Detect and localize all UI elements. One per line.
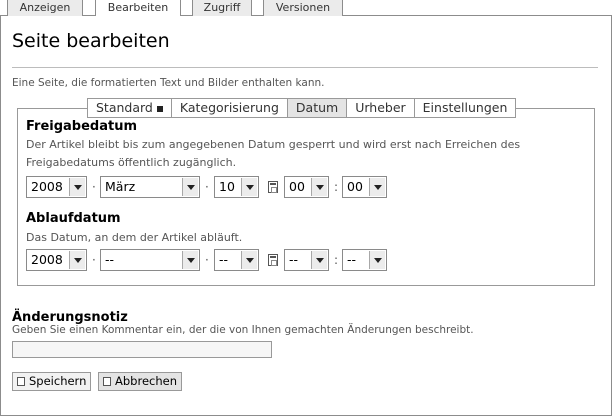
tab-kategorisierung[interactable]: Kategorisierung xyxy=(170,98,287,118)
tab-label: Versionen xyxy=(275,1,331,14)
change-note-input[interactable] xyxy=(12,341,272,358)
select-value: März xyxy=(105,179,136,194)
save-button-label: Speichern xyxy=(29,374,87,388)
calendar-icon[interactable] xyxy=(268,254,278,266)
chevron-down-icon xyxy=(69,178,85,196)
tab-label: Standard xyxy=(96,100,153,115)
chevron-down-icon xyxy=(241,251,257,269)
top-tab-bar: Anzeigen Bearbeiten Zugriff Versionen xyxy=(0,0,612,16)
chevron-down-icon xyxy=(241,178,257,196)
tab-label: Einstellungen xyxy=(422,100,508,115)
expiration-date-help: Das Datum, an dem der Artikel abläuft. xyxy=(26,231,243,244)
page-title: Seite bearbeiten xyxy=(12,30,170,52)
effective-minute-select[interactable]: 00 xyxy=(342,176,387,198)
chevron-down-icon xyxy=(369,251,385,269)
tab-zugriff[interactable]: Zugriff xyxy=(192,0,252,16)
select-value: -- xyxy=(289,252,299,267)
select-value: -- xyxy=(219,252,229,267)
tab-datum[interactable]: Datum xyxy=(286,98,347,118)
tab-urheber[interactable]: Urheber xyxy=(346,98,414,118)
effective-date-heading: Freigabedatum xyxy=(26,119,138,134)
effective-date-help-line1: Der Artikel bleibt bis zum angegebenen D… xyxy=(26,138,521,151)
tab-label: Anzeigen xyxy=(19,1,71,14)
date-separator: · xyxy=(92,180,96,194)
tab-label: Datum xyxy=(295,100,339,115)
tab-label: Zugriff xyxy=(203,1,241,14)
select-value: 00 xyxy=(289,179,305,194)
time-separator: : xyxy=(334,253,339,267)
cancel-button[interactable]: Abbrechen xyxy=(98,372,182,391)
select-value: 2008 xyxy=(31,252,63,267)
calendar-icon[interactable] xyxy=(268,181,278,193)
title-divider xyxy=(12,67,598,68)
expiration-month-select[interactable]: -- xyxy=(100,249,200,271)
save-button[interactable]: Speichern xyxy=(12,372,92,391)
cancel-button-label: Abbrechen xyxy=(115,374,177,388)
expiration-day-select[interactable]: -- xyxy=(214,249,259,271)
page-description: Eine Seite, die formatierten Text und Bi… xyxy=(12,77,325,89)
tab-standard[interactable]: Standard xyxy=(87,98,171,118)
time-separator: : xyxy=(334,180,339,194)
select-value: 2008 xyxy=(31,179,63,194)
chevron-down-icon xyxy=(311,251,327,269)
effective-month-select[interactable]: März xyxy=(100,176,200,198)
change-note-heading: Änderungsnotiz xyxy=(12,310,128,325)
chevron-down-icon xyxy=(311,178,327,196)
square-icon xyxy=(156,105,163,112)
tab-label: Kategorisierung xyxy=(179,100,279,115)
tab-label: Bearbeiten xyxy=(107,1,169,14)
save-icon xyxy=(17,377,25,386)
expiration-date-heading: Ablaufdatum xyxy=(26,211,121,226)
sub-tab-bar: Standard Kategorisierung Datum Urheber E… xyxy=(87,98,517,118)
select-value: 00 xyxy=(347,179,363,194)
tab-bearbeiten[interactable]: Bearbeiten xyxy=(95,0,181,16)
select-value: -- xyxy=(105,252,115,267)
effective-year-select[interactable]: 2008 xyxy=(26,176,87,198)
date-separator: · xyxy=(205,253,209,267)
effective-date-help-line2: Freigabedatums öffentlich zugänglich. xyxy=(26,156,237,169)
select-value: -- xyxy=(347,252,357,267)
select-value: 10 xyxy=(219,179,235,194)
tab-label: Urheber xyxy=(355,100,406,115)
cancel-icon xyxy=(103,377,111,386)
tab-versionen[interactable]: Versionen xyxy=(263,0,343,16)
date-separator: · xyxy=(205,180,209,194)
chevron-down-icon xyxy=(69,251,85,269)
chevron-down-icon xyxy=(182,251,198,269)
expiration-year-select[interactable]: 2008 xyxy=(26,249,87,271)
tab-einstellungen[interactable]: Einstellungen xyxy=(413,98,517,118)
chevron-down-icon xyxy=(369,178,385,196)
date-separator: · xyxy=(92,253,96,267)
effective-day-select[interactable]: 10 xyxy=(214,176,259,198)
tab-anzeigen[interactable]: Anzeigen xyxy=(7,0,83,16)
change-note-help: Geben Sie einen Kommentar ein, der die v… xyxy=(12,324,474,336)
expiration-minute-select[interactable]: -- xyxy=(342,249,387,271)
effective-hour-select[interactable]: 00 xyxy=(284,176,329,198)
expiration-hour-select[interactable]: -- xyxy=(284,249,329,271)
chevron-down-icon xyxy=(182,178,198,196)
